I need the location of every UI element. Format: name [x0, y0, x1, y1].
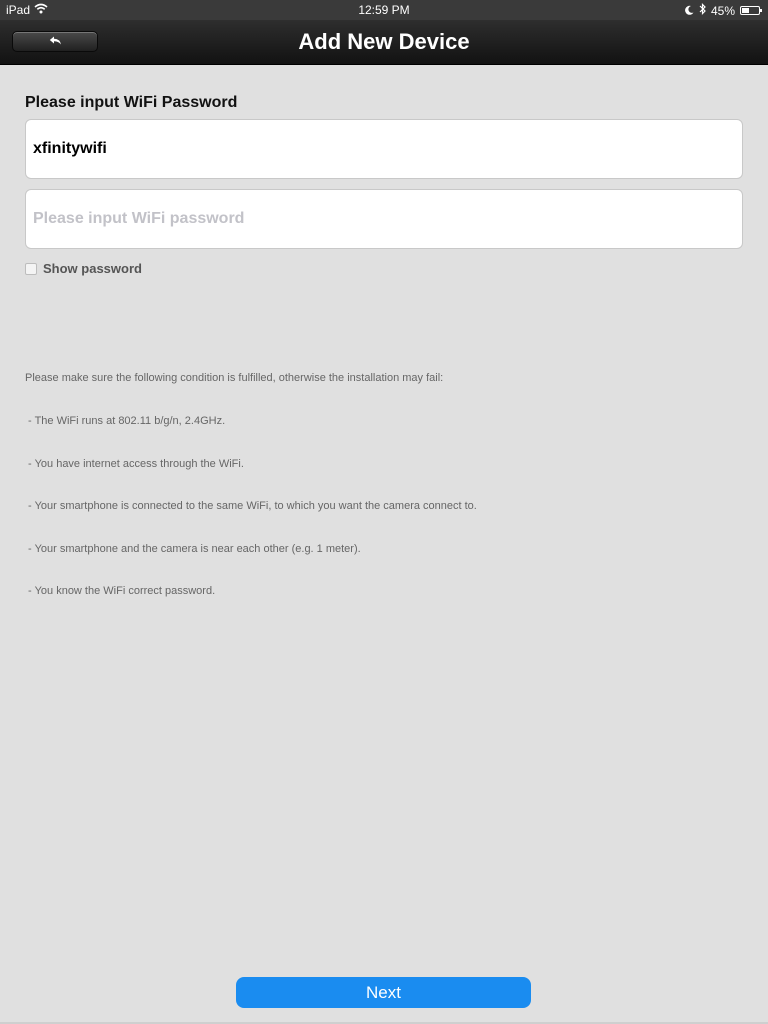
next-button[interactable]: Next [236, 977, 531, 1008]
show-password-label: Show password [43, 261, 142, 276]
installation-conditions: Please make sure the following condition… [25, 343, 745, 613]
bluetooth-icon [699, 3, 706, 18]
info-line: - The WiFi runs at 802.11 b/g/n, 2.4GHz. [25, 415, 226, 428]
status-bar: iPad 12:59 PM 45% [0, 0, 768, 20]
info-line: - You have internet access through the W… [25, 457, 244, 470]
page-title: Add New Device [298, 29, 470, 54]
ssid-field[interactable] [25, 119, 743, 179]
show-password-toggle[interactable]: Show password [25, 261, 142, 276]
moon-icon [685, 4, 694, 18]
status-right: 45% [685, 3, 762, 18]
info-line: Please make sure the following condition… [25, 372, 444, 385]
wifi-password-field[interactable] [25, 189, 743, 249]
battery-icon [740, 6, 762, 15]
info-line: - Your smartphone and the camera is near… [25, 542, 361, 555]
status-time: 12:59 PM [358, 3, 410, 17]
section-label: Please input WiFi Password [25, 94, 238, 111]
battery-percent: 45% [710, 3, 735, 18]
battery-level [742, 8, 750, 13]
info-line: - Your smartphone is connected to the sa… [25, 500, 477, 513]
navigation-bar: Add New Device [0, 20, 768, 65]
show-password-checkbox[interactable] [25, 262, 37, 275]
info-line: - You know the WiFi correct password. [25, 585, 216, 598]
